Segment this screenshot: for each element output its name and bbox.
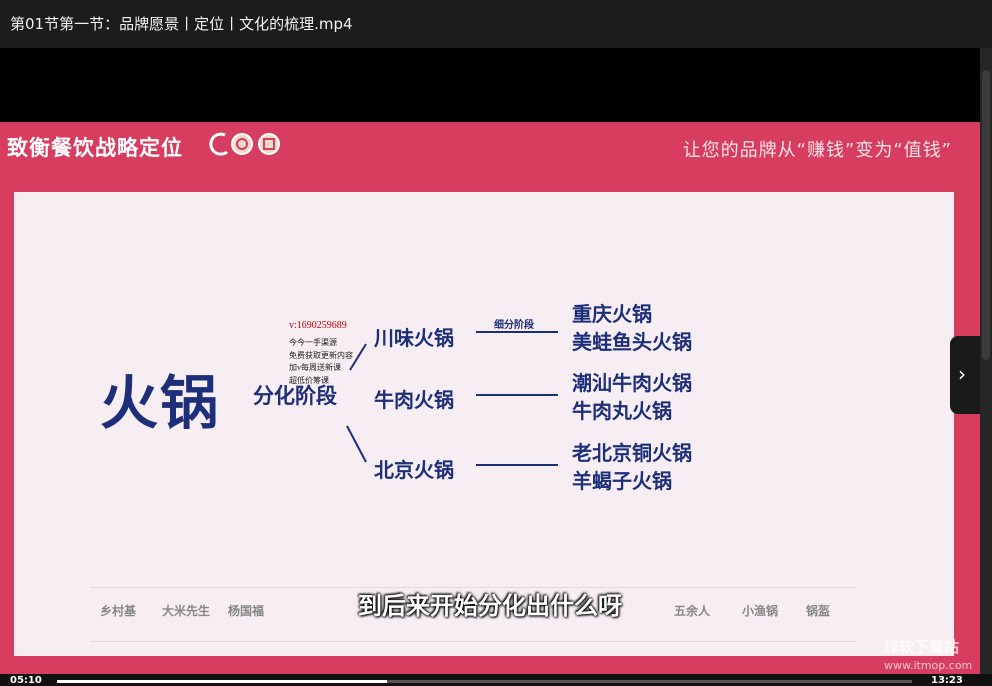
- scrollbar-thumb[interactable]: [982, 70, 990, 360]
- chevron-right-icon: ›: [958, 362, 966, 386]
- slide-brand: 致衡餐饮战略定位: [7, 136, 183, 160]
- branch-sichuan: 川味火锅: [374, 326, 454, 350]
- leaf-item: 羊蝎子火锅: [572, 469, 672, 493]
- seek-bar[interactable]: [57, 680, 912, 683]
- current-time: 05:10: [10, 675, 42, 686]
- total-time: 13:23: [931, 675, 963, 686]
- slide-slogan: 让您的品牌从“赚钱”变为“值钱”: [682, 140, 952, 161]
- connector-line: [349, 343, 367, 371]
- video-subtitle: 到后来开始分化出什么呀: [358, 592, 622, 620]
- leaf-item: 重庆火锅: [572, 302, 652, 326]
- branch-beijing: 北京火锅: [374, 458, 454, 482]
- brand-logo-icon: [209, 132, 228, 156]
- leaf-item: 美蛙鱼头火锅: [572, 330, 692, 354]
- branch-beef: 牛肉火锅: [374, 388, 454, 412]
- video-title: 第01节第一节：品牌愿景丨定位丨文化的梳理.mp4: [10, 15, 353, 33]
- leaf-item: 潮汕牛肉火锅: [572, 371, 692, 395]
- seek-bar-progress: [57, 680, 388, 683]
- connector-line: [346, 425, 367, 463]
- slide-header: 致衡餐饮战略定位 让您的品牌从“赚钱”变为“值钱”: [0, 122, 980, 172]
- brand-seal-icon: [231, 133, 253, 155]
- leaf-item: 老北京铜火锅: [572, 441, 692, 465]
- leaf-item: 牛肉丸火锅: [572, 399, 672, 423]
- brand-pattern-icon: [258, 133, 280, 155]
- title-bar: 第01节第一节：品牌愿景丨定位丨文化的梳理.mp4: [0, 0, 992, 48]
- next-video-button[interactable]: ›: [950, 336, 980, 414]
- site-url: www.itmop.com: [884, 659, 973, 672]
- site-watermark: 绿软下载站: [884, 638, 960, 656]
